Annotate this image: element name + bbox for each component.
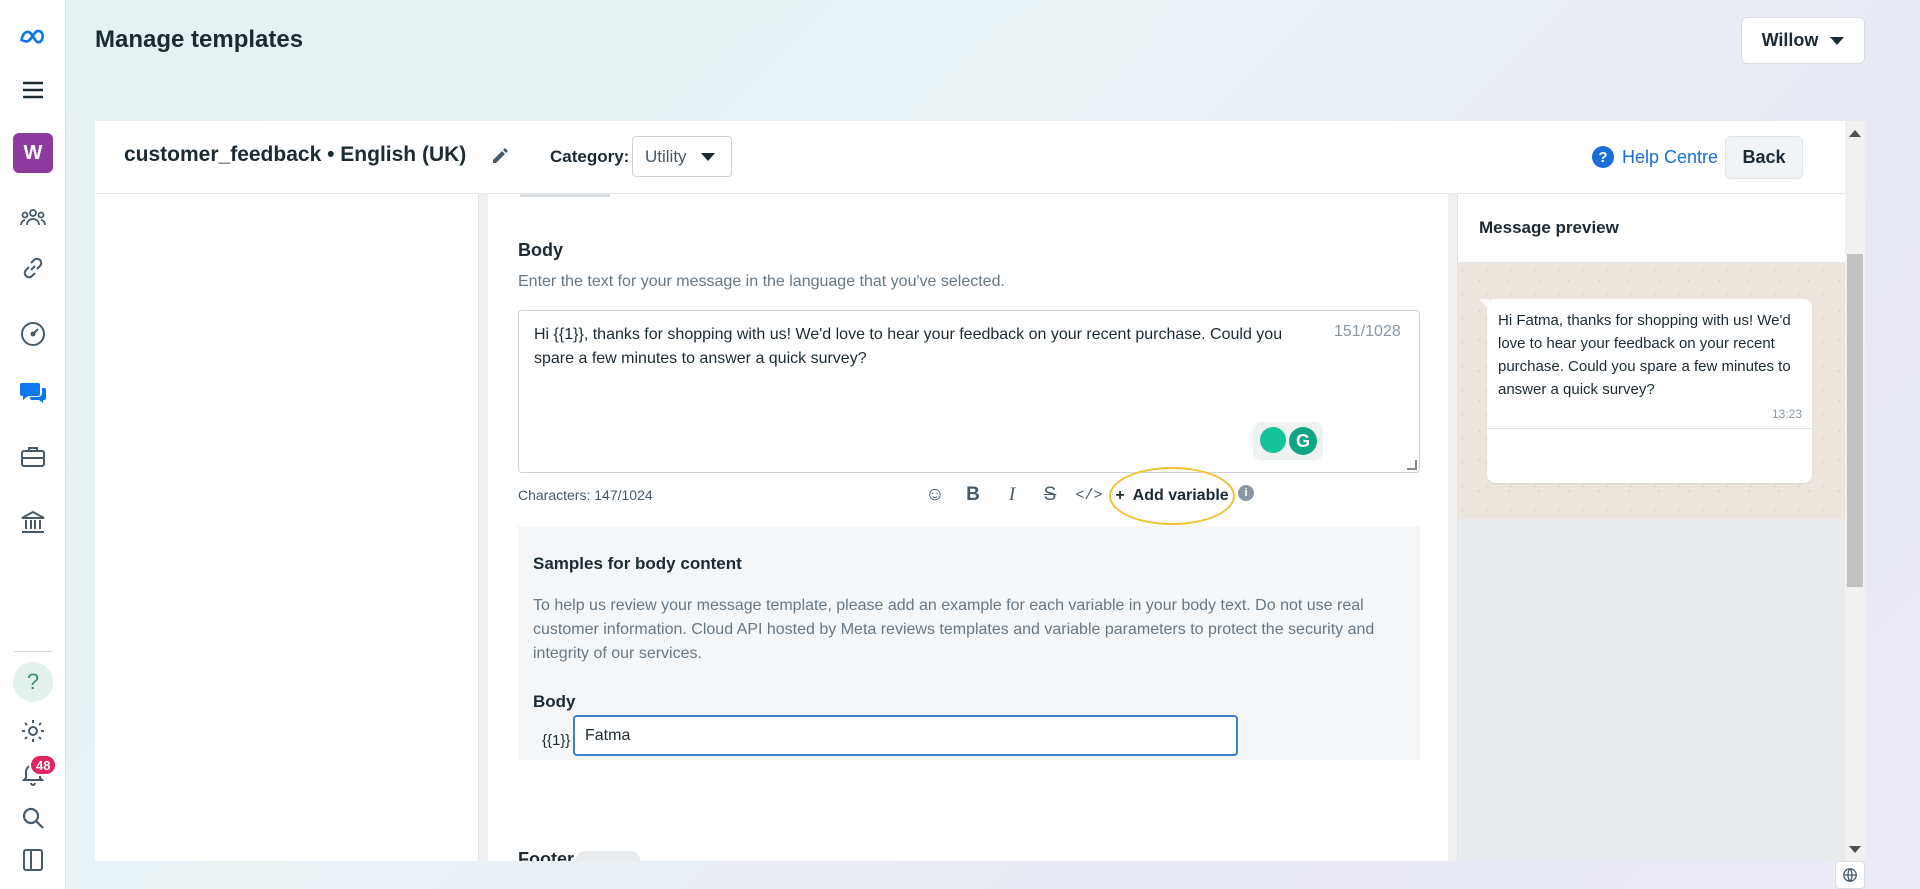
variable-sample-input[interactable] (573, 715, 1238, 756)
italic-icon[interactable]: I (998, 481, 1026, 509)
left-column-divider (478, 194, 488, 861)
preview-empty-area (1458, 519, 1845, 861)
rail-divider (14, 651, 52, 652)
resize-handle-icon[interactable] (1407, 460, 1417, 470)
help-icon[interactable]: ? (13, 662, 53, 702)
variable-token: {{1}} (542, 732, 571, 749)
lightbulb-icon[interactable] (1260, 427, 1286, 453)
preview-column-divider (1448, 194, 1458, 861)
highlight-annotation (1109, 467, 1235, 525)
dashboard-icon[interactable] (13, 314, 53, 354)
category-select[interactable]: Utility (632, 136, 732, 177)
help-centre-label: Help Centre (1622, 146, 1719, 167)
category-label: Category: (550, 147, 630, 166)
preview-message-time: 13:23 (1771, 407, 1802, 421)
scroll-down-arrow-icon[interactable] (1849, 846, 1861, 853)
section-tab-indicator (520, 194, 610, 197)
info-icon[interactable]: i (1238, 485, 1254, 501)
code-icon[interactable]: </> (1075, 481, 1103, 509)
samples-description: To help us review your message template,… (533, 597, 1375, 662)
grammarly-icon[interactable]: G (1289, 427, 1317, 455)
body-text-value[interactable]: Hi {{1}}, thanks for shopping with us! W… (534, 323, 1324, 371)
chat-icon[interactable] (13, 372, 53, 412)
menu-icon[interactable] (13, 70, 53, 110)
message-preview-bubble: Hi Fatma, thanks for shopping with us! W… (1487, 299, 1812, 483)
back-button[interactable]: Back (1725, 136, 1803, 179)
link-icon[interactable] (13, 248, 53, 288)
help-centre-link[interactable]: ? Help Centre (1592, 146, 1718, 168)
chevron-down-icon (700, 152, 715, 161)
chevron-down-icon (1830, 36, 1845, 45)
body-section-title: Body (518, 240, 563, 260)
left-rail: W ? 48 (0, 0, 66, 889)
strikethrough-icon[interactable]: S (1036, 481, 1064, 509)
samples-title: Samples for body content (533, 554, 742, 573)
question-icon: ? (1592, 146, 1614, 168)
body-text-editor[interactable]: Hi {{1}}, thanks for shopping with us! W… (518, 310, 1420, 473)
bank-icon[interactable] (13, 502, 53, 542)
globe-icon[interactable] (1835, 861, 1865, 889)
body-length-counter: 151/1028 (1334, 323, 1401, 340)
account-switcher-button[interactable]: Willow (1741, 17, 1865, 64)
preview-title: Message preview (1479, 218, 1619, 237)
scrollbar-thumb[interactable] (1847, 254, 1863, 587)
scroll-up-arrow-icon[interactable] (1849, 130, 1861, 137)
people-icon[interactable] (13, 197, 53, 237)
optional-badge (576, 851, 640, 861)
sidebar-toggle-icon[interactable] (13, 840, 53, 880)
settings-icon[interactable] (13, 711, 53, 751)
body-section-description: Enter the text for your message in the l… (518, 273, 1005, 290)
template-name: customer_feedback • English (UK) (124, 143, 467, 166)
pencil-icon[interactable] (489, 145, 511, 167)
account-name: Willow (1761, 30, 1819, 50)
meta-logo-icon[interactable] (13, 17, 53, 57)
preview-message-text: Hi Fatma, thanks for shopping with us! W… (1498, 312, 1791, 398)
samples-section: Samples for body content To help us revi… (518, 526, 1420, 760)
emoji-icon[interactable]: ☺ (921, 481, 949, 509)
category-value: Utility (645, 146, 687, 166)
bubble-divider (1487, 428, 1812, 429)
workspace-badge[interactable]: W (13, 133, 53, 173)
character-count: Characters: 147/1024 (518, 487, 653, 503)
notification-count-badge: 48 (29, 754, 58, 776)
page-title: Manage templates (95, 26, 304, 53)
search-icon[interactable] (13, 798, 53, 838)
template-editor-panel: customer_feedback • English (UK) Categor… (95, 121, 1865, 861)
panel-header: customer_feedback • English (UK) Categor… (95, 121, 1865, 194)
briefcase-icon[interactable] (13, 437, 53, 477)
footer-section-title: Footer (518, 849, 574, 861)
bold-icon[interactable]: B (959, 481, 987, 509)
samples-body-label: Body (533, 692, 576, 711)
